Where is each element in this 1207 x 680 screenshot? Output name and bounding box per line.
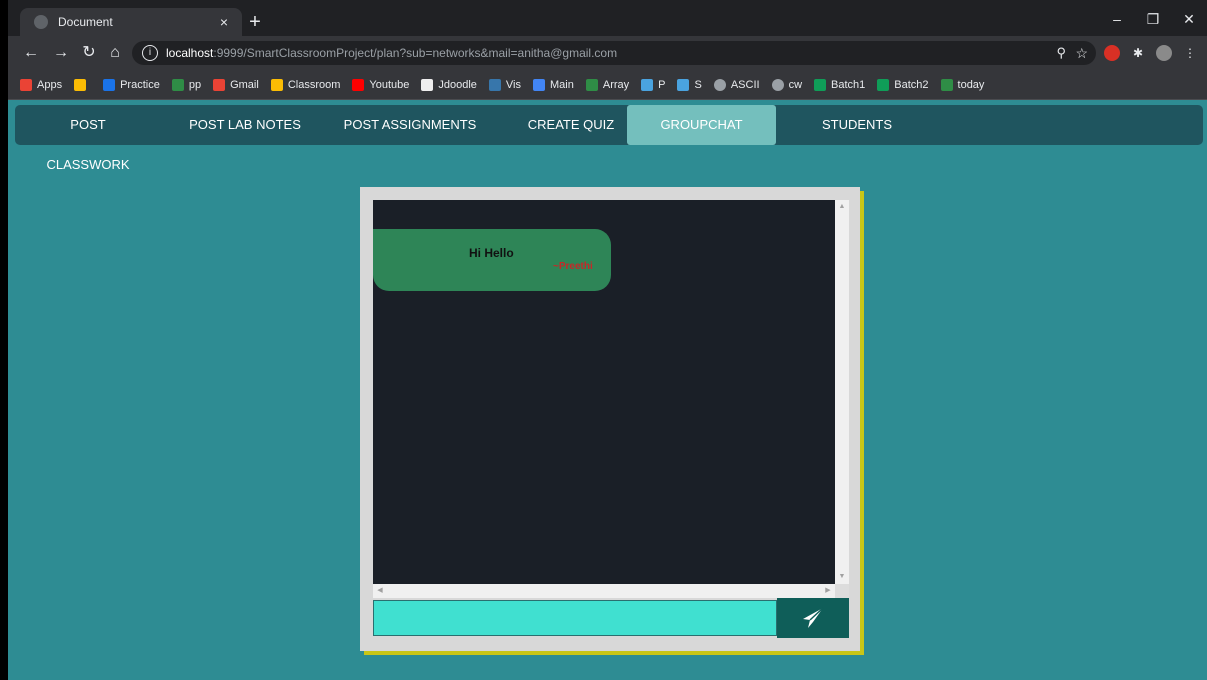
zoom-icon[interactable]: ⚲ bbox=[1056, 45, 1066, 61]
scroll-right-arrow-icon[interactable]: ▶ bbox=[821, 584, 835, 598]
menu-kebab-icon[interactable]: ⋮ bbox=[1182, 45, 1198, 61]
s-icon bbox=[677, 78, 690, 91]
sheets-icon bbox=[814, 78, 827, 91]
bookmark-youtube[interactable]: Youtube bbox=[352, 78, 409, 91]
url-host: localhost bbox=[166, 46, 214, 60]
message-sender: ~Preethi bbox=[553, 261, 593, 272]
scroll-down-arrow-icon[interactable]: ▼ bbox=[835, 570, 849, 584]
nav-post-assignments[interactable]: POST ASSIGNMENTS bbox=[341, 105, 479, 145]
bookmark-gmail[interactable]: Gmail bbox=[213, 78, 259, 91]
bookmark-pp[interactable]: pp bbox=[171, 78, 201, 91]
bookmark-vis[interactable]: Vis bbox=[488, 78, 521, 91]
site-info-icon[interactable]: i bbox=[142, 45, 158, 61]
bookmark-p[interactable]: P bbox=[641, 78, 665, 91]
tab-title: Document bbox=[58, 15, 113, 29]
url-path: :9999/SmartClassroomProject/plan?sub=net… bbox=[213, 46, 618, 60]
message-input[interactable] bbox=[373, 600, 777, 636]
scrollbar-corner bbox=[835, 584, 849, 598]
chat-input-row bbox=[373, 598, 849, 638]
python-icon bbox=[488, 78, 501, 91]
apps-grid-icon bbox=[20, 78, 32, 91]
bookmark-jdoodle[interactable]: Jdoodle bbox=[421, 78, 477, 91]
bookmark-cw[interactable]: cw bbox=[771, 78, 802, 91]
bookmarks-bar: Apps Practice pp Gmail Classroom Youtube… bbox=[8, 70, 1207, 100]
bookmark-classroom[interactable]: Classroom bbox=[270, 78, 340, 91]
new-tab-button[interactable]: + bbox=[244, 12, 266, 34]
bookmark-practice[interactable]: Practice bbox=[103, 78, 160, 91]
nav-groupchat[interactable]: GROUPCHAT bbox=[627, 105, 776, 145]
globe-icon bbox=[34, 15, 48, 29]
minimize-icon[interactable]: – bbox=[1102, 8, 1132, 30]
extensions-puzzle-icon[interactable]: ✱ bbox=[1130, 45, 1146, 61]
youtube-icon bbox=[352, 78, 365, 91]
restore-icon[interactable]: ❐ bbox=[1138, 8, 1168, 30]
browser-chrome: Document × + – ❐ ✕ ← → ↻ ⌂ i localhost :… bbox=[8, 0, 1207, 100]
top-navbar: POST CLASSWORK POST LAB NOTES POST ASSIG… bbox=[15, 105, 1203, 172]
chat-panel: Hi Hello ~Preethi ▲ ▼ ◀ ▶ bbox=[360, 187, 860, 651]
bookmark-array[interactable]: Array bbox=[585, 78, 629, 91]
vertical-scrollbar[interactable]: ▲ ▼ bbox=[835, 200, 849, 584]
docs-icon bbox=[533, 78, 546, 91]
scroll-left-arrow-icon[interactable]: ◀ bbox=[373, 584, 387, 598]
bookmark-apps[interactable]: Apps bbox=[20, 78, 62, 91]
gfg-icon bbox=[585, 78, 598, 91]
nav-post-classwork[interactable]: POST CLASSWORK bbox=[32, 105, 144, 172]
browser-tab[interactable]: Document × bbox=[20, 8, 242, 36]
gmail-icon bbox=[213, 78, 226, 91]
gfg-icon bbox=[940, 78, 953, 91]
chat-messages-area[interactable]: Hi Hello ~Preethi bbox=[373, 200, 835, 584]
globe-icon bbox=[771, 78, 784, 91]
send-button[interactable] bbox=[777, 598, 849, 638]
browser-toolbar: ← → ↻ ⌂ i localhost :9999/SmartClassroom… bbox=[8, 36, 1207, 70]
classroom-icon bbox=[270, 78, 283, 91]
bookmark-main[interactable]: Main bbox=[533, 78, 574, 91]
bookmark-today[interactable]: today bbox=[940, 78, 984, 91]
reload-icon[interactable]: ↻ bbox=[78, 43, 100, 63]
nav-create-quiz[interactable]: CREATE QUIZ bbox=[523, 105, 619, 145]
chat-message-bubble: Hi Hello ~Preethi bbox=[373, 229, 611, 291]
tab-close-button[interactable]: × bbox=[214, 14, 234, 30]
close-window-icon[interactable]: ✕ bbox=[1174, 8, 1204, 30]
bookmark-batch1[interactable]: Batch1 bbox=[814, 78, 865, 91]
address-bar[interactable]: i localhost :9999/SmartClassroomProject/… bbox=[132, 41, 1096, 65]
send-icon bbox=[803, 607, 824, 628]
page-content: POST CLASSWORK POST LAB NOTES POST ASSIG… bbox=[8, 100, 1207, 680]
extension-icon[interactable] bbox=[1104, 45, 1120, 61]
bookmark-s[interactable]: S bbox=[677, 78, 702, 91]
profile-avatar[interactable] bbox=[1156, 45, 1172, 61]
bookmark-folder[interactable] bbox=[74, 78, 91, 91]
gfg-icon bbox=[171, 78, 184, 91]
tab-strip: Document × + – ❐ ✕ bbox=[8, 0, 1207, 36]
horizontal-scrollbar[interactable]: ◀ ▶ bbox=[373, 584, 835, 598]
nav-post-lab-notes[interactable]: POST LAB NOTES bbox=[188, 105, 302, 145]
bookmark-batch2[interactable]: Batch2 bbox=[877, 78, 929, 91]
forward-icon[interactable]: → bbox=[50, 43, 72, 63]
nav-students[interactable]: STUDENTS bbox=[813, 105, 901, 145]
scroll-up-arrow-icon[interactable]: ▲ bbox=[835, 200, 849, 214]
home-icon[interactable]: ⌂ bbox=[104, 43, 126, 63]
globe-icon bbox=[713, 78, 726, 91]
message-text: Hi Hello bbox=[469, 246, 514, 260]
jdoodle-icon bbox=[421, 78, 434, 91]
p-icon bbox=[641, 78, 654, 91]
practice-icon bbox=[103, 78, 116, 91]
folder-icon bbox=[74, 78, 87, 91]
bookmark-star-icon[interactable]: ☆ bbox=[1075, 45, 1088, 62]
back-icon[interactable]: ← bbox=[20, 43, 42, 63]
sheets-icon bbox=[877, 78, 890, 91]
bookmark-ascii[interactable]: ASCII bbox=[713, 78, 760, 91]
